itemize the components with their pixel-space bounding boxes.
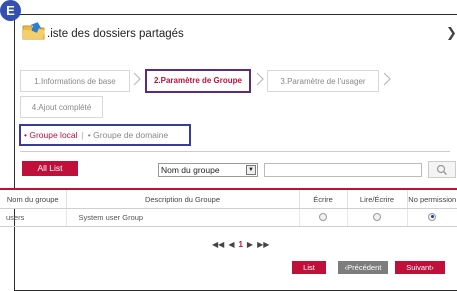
- tab-complete[interactable]: 4.Ajout complété: [20, 96, 103, 118]
- step-badge: E: [0, 0, 21, 21]
- tab-group-settings[interactable]: 2.Paramètre de Groupe: [145, 69, 251, 93]
- folder-icon: [22, 22, 45, 40]
- page-number[interactable]: 1: [238, 240, 242, 249]
- no-permission-radio[interactable]: [428, 212, 437, 221]
- tab-user-settings[interactable]: 3.Paramètre de l'usager: [267, 70, 379, 92]
- chevron-right-icon: [383, 72, 391, 86]
- close-icon[interactable]: ❯: [446, 25, 457, 41]
- group-type-filter: • Groupe local | • Groupe de domaine: [19, 124, 191, 146]
- prev-page-icon[interactable]: ◀: [228, 240, 234, 249]
- read-write-cell: [346, 208, 407, 227]
- search-input[interactable]: [264, 163, 422, 177]
- tab-basic-info[interactable]: 1.Informations de base: [20, 70, 130, 92]
- local-group-link[interactable]: • Groupe local: [24, 130, 78, 140]
- previous-button[interactable]: ‹Précédent: [338, 261, 388, 274]
- table-header-row: Nom du groupe Description du Groupe Écri…: [0, 188, 457, 209]
- all-list-button[interactable]: All List: [22, 161, 78, 176]
- column-header: No permission: [406, 188, 457, 209]
- first-page-icon[interactable]: ◀◀: [212, 240, 224, 249]
- pagination: ◀◀ ◀ 1 ▶ ▶▶: [212, 240, 273, 249]
- domain-group-link[interactable]: • Groupe de domaine: [88, 130, 168, 140]
- write-cell: [298, 208, 347, 227]
- page-title: .iste des dossiers partagés: [47, 28, 184, 40]
- search-button[interactable]: [428, 161, 456, 178]
- filter-separator: |: [81, 130, 84, 140]
- group-description-cell: System user Group: [65, 208, 299, 227]
- chevron-right-icon: [133, 72, 141, 86]
- column-header: Description du Groupe: [65, 188, 299, 209]
- write-radio[interactable]: [319, 212, 327, 221]
- last-page-icon[interactable]: ▶▶: [257, 240, 269, 249]
- search-field-select[interactable]: Nom du groupe ▼: [158, 163, 258, 177]
- no-permission-cell: [406, 208, 457, 227]
- search-field-value: Nom du groupe: [161, 165, 220, 175]
- group-name-cell: users: [0, 208, 66, 227]
- column-header: Nom du groupe: [0, 188, 66, 209]
- column-header: Écrire: [298, 188, 347, 209]
- search-icon: [436, 164, 447, 175]
- group-table: Nom du groupe Description du Groupe Écri…: [0, 188, 457, 227]
- list-button[interactable]: List: [292, 261, 326, 274]
- dropdown-arrow-icon[interactable]: ▼: [246, 165, 256, 175]
- chevron-right-icon: [256, 72, 264, 86]
- shared-folder-panel: [14, 14, 457, 291]
- next-page-icon[interactable]: ▶: [247, 240, 253, 249]
- column-header: Lire/Écrire: [346, 188, 407, 209]
- next-button[interactable]: Suivant›: [395, 261, 445, 274]
- read-write-radio[interactable]: [373, 212, 381, 221]
- table-row: users System user Group: [0, 208, 457, 227]
- divider: [20, 151, 450, 152]
